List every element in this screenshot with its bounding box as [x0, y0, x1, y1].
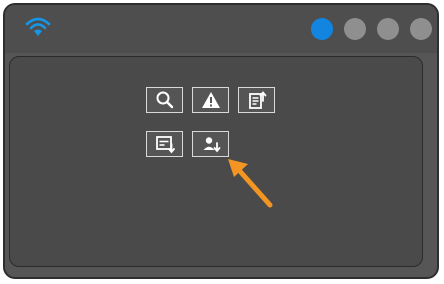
document-upload-icon [248, 91, 266, 109]
page-dot-4[interactable] [410, 18, 432, 40]
document-upload-button[interactable] [238, 87, 275, 113]
search-icon [156, 91, 173, 109]
card-download-icon [155, 136, 175, 154]
card-download-button[interactable] [146, 131, 183, 157]
page-dot-1[interactable] [311, 18, 333, 40]
search-button[interactable] [146, 87, 183, 113]
page-dot-2[interactable] [344, 18, 366, 40]
wifi-icon [25, 17, 51, 36]
warning-icon [201, 92, 220, 108]
pointer-arrow-icon [228, 159, 273, 208]
page-dot-3[interactable] [377, 18, 399, 40]
user-download-button[interactable] [192, 131, 229, 157]
page-indicator [311, 18, 432, 40]
user-download-icon [203, 137, 220, 153]
warning-button[interactable] [192, 87, 229, 113]
title-bar [5, 5, 437, 53]
